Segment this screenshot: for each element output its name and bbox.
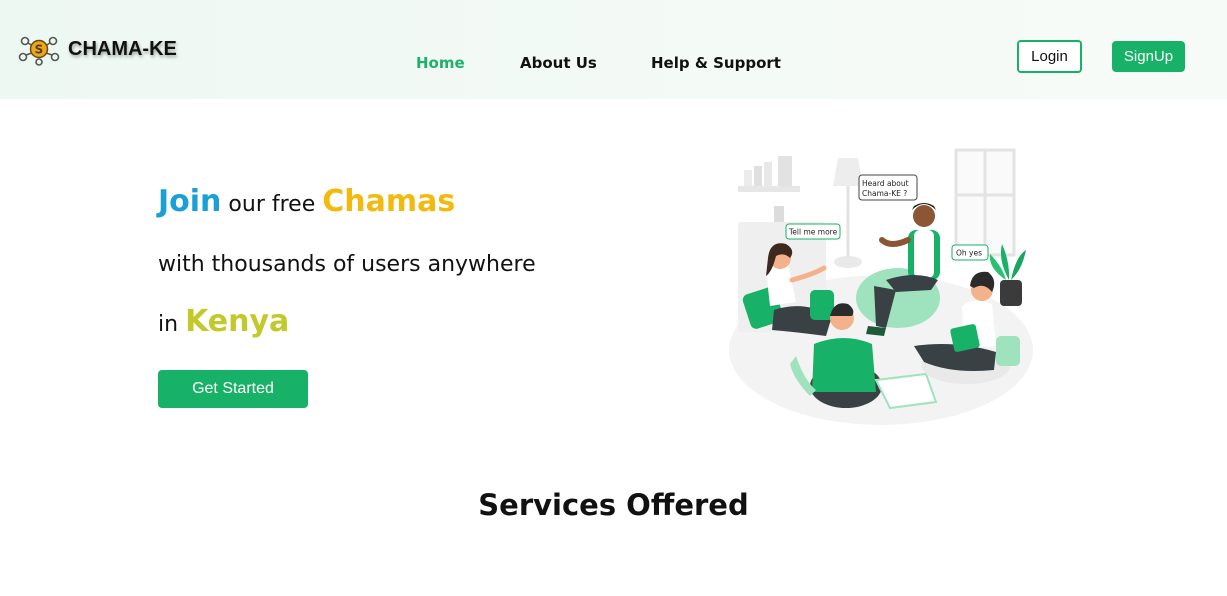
hero-location-line: in Kenya	[158, 304, 289, 339]
brand-name: CHAMA-KE	[68, 37, 177, 60]
group-discussion-illustration: Heard about Chama-KE ? Tell me more Oh y…	[729, 148, 1033, 425]
svg-text:Heard about: Heard about	[862, 179, 909, 188]
hero-our-free-text: our free	[228, 192, 316, 217]
shelf-icon	[738, 156, 800, 192]
lamp-icon	[833, 158, 863, 268]
window-icon	[954, 148, 1016, 257]
speech-bubble-heard: Heard about Chama-KE ?	[858, 174, 918, 201]
get-started-button[interactable]: Get Started	[158, 370, 308, 408]
speech-bubble-tell: Tell me more	[785, 223, 841, 240]
hero-join-word: Join	[158, 184, 222, 219]
svg-text:S: S	[35, 43, 44, 57]
brand[interactable]: S CHAMA-KE	[17, 32, 177, 66]
coin-network-logo-icon: S	[18, 36, 60, 66]
hero-in-text: in	[158, 312, 179, 337]
svg-text:Oh yes: Oh yes	[956, 249, 982, 258]
hero-headline: Join our free Chamas	[158, 184, 455, 219]
nav-help-link[interactable]: Help & Support	[651, 54, 781, 72]
nav-home-link[interactable]: Home	[416, 54, 465, 72]
navbar: S CHAMA-KE Home About Us Help & Support …	[0, 0, 1227, 99]
svg-text:Chama-KE ?: Chama-KE ?	[862, 189, 907, 198]
hero-chamas-word: Chamas	[322, 184, 456, 219]
vase-icon	[774, 206, 784, 222]
nav-about-link[interactable]: About Us	[520, 54, 597, 72]
speech-bubble-oh: Oh yes	[951, 244, 989, 261]
signup-button[interactable]: SignUp	[1112, 41, 1185, 72]
hero-kenya-word: Kenya	[185, 304, 290, 339]
services-title: Services Offered	[478, 488, 749, 522]
hero-subline: with thousands of users anywhere	[158, 252, 536, 277]
svg-text:Tell me more: Tell me more	[788, 228, 838, 237]
login-button[interactable]: Login	[1017, 40, 1082, 73]
